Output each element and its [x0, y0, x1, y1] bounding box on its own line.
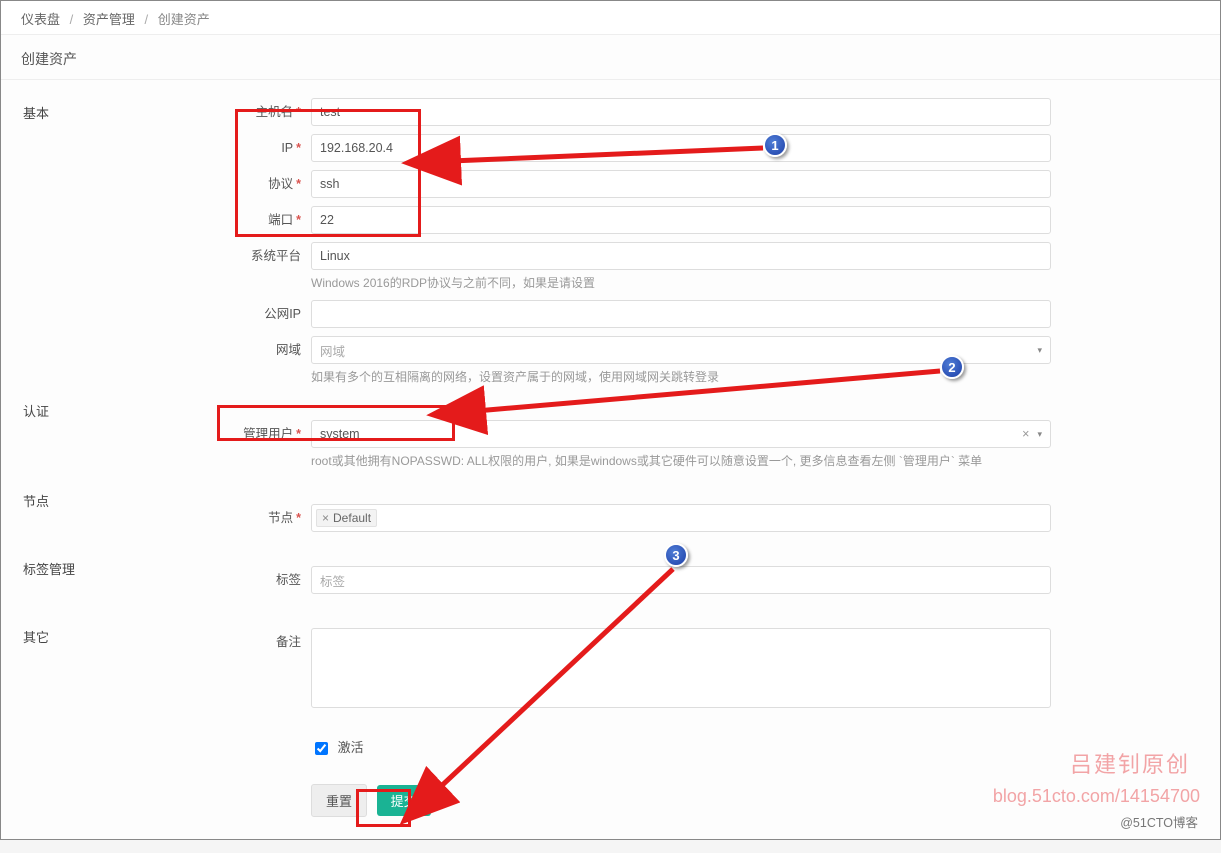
- help-platform: Windows 2016的RDP协议与之前不同，如果是请设置: [311, 274, 1051, 292]
- callout-2: 2: [940, 355, 964, 379]
- port-input[interactable]: [311, 206, 1051, 234]
- close-icon[interactable]: ×: [322, 511, 329, 525]
- tags-select[interactable]: 标签: [311, 566, 1051, 594]
- label-port: 端口: [268, 213, 293, 227]
- label-node: 节点: [268, 511, 293, 525]
- breadcrumb-dashboard[interactable]: 仪表盘: [21, 12, 60, 27]
- section-other: 其它: [23, 627, 49, 646]
- section-node: 节点: [23, 491, 49, 510]
- submit-button[interactable]: 提交: [377, 785, 431, 816]
- reset-button[interactable]: 重置: [311, 784, 367, 817]
- section-auth: 认证: [23, 401, 49, 420]
- tags-placeholder: 标签: [320, 571, 345, 590]
- callout-1: 1: [763, 133, 787, 157]
- label-hostname: 主机名: [256, 105, 294, 119]
- protocol-input[interactable]: [311, 170, 1051, 198]
- admin-user-select[interactable]: system × ▾: [311, 420, 1051, 448]
- domain-select[interactable]: 网域 ▾: [311, 336, 1051, 364]
- breadcrumb-sep: /: [70, 12, 74, 27]
- breadcrumb-current: 创建资产: [158, 12, 210, 27]
- section-tag-mgmt: 标签管理: [23, 559, 75, 578]
- watermark-url: blog.51cto.com/14154700: [993, 786, 1200, 807]
- callout-3: 3: [664, 543, 688, 567]
- label-domain: 网域: [276, 343, 301, 357]
- comment-textarea[interactable]: [311, 628, 1051, 708]
- watermark-author: 吕建钊原创: [1070, 747, 1190, 779]
- label-platform: 系统平台: [251, 249, 301, 263]
- section-basic: 基本: [23, 103, 49, 122]
- ip-input[interactable]: [311, 134, 1051, 162]
- chevron-down-icon: ▾: [1037, 345, 1042, 356]
- label-ip: IP: [281, 141, 293, 155]
- chevron-down-icon: ▾: [1037, 429, 1042, 440]
- node-tag-default[interactable]: ×Default: [316, 509, 377, 527]
- label-tags: 标签: [276, 573, 301, 587]
- label-admin-user: 管理用户: [243, 427, 293, 441]
- active-checkbox[interactable]: [315, 742, 328, 755]
- help-admin-user: root或其他拥有NOPASSWD: ALL权限的用户, 如果是windows或…: [311, 452, 1051, 470]
- node-select[interactable]: ×Default: [311, 504, 1051, 532]
- public-ip-input[interactable]: [311, 300, 1051, 328]
- hostname-input[interactable]: [311, 98, 1051, 126]
- breadcrumb: 仪表盘 / 资产管理 / 创建资产: [1, 1, 1220, 35]
- domain-placeholder: 网域: [320, 341, 345, 360]
- clear-icon[interactable]: ×: [1022, 427, 1037, 441]
- platform-input[interactable]: [311, 242, 1051, 270]
- label-comment: 备注: [276, 635, 301, 649]
- attribution: @51CTO博客: [1120, 812, 1198, 831]
- label-public-ip: 公网IP: [264, 307, 301, 321]
- label-protocol: 协议: [268, 177, 293, 191]
- active-checkbox-label[interactable]: 激活: [311, 740, 364, 755]
- page-title: 创建资产: [1, 35, 1220, 80]
- admin-user-value: system: [320, 427, 360, 441]
- breadcrumb-sep: /: [145, 12, 149, 27]
- active-text: 激活: [338, 740, 364, 755]
- breadcrumb-asset-mgmt[interactable]: 资产管理: [83, 12, 135, 27]
